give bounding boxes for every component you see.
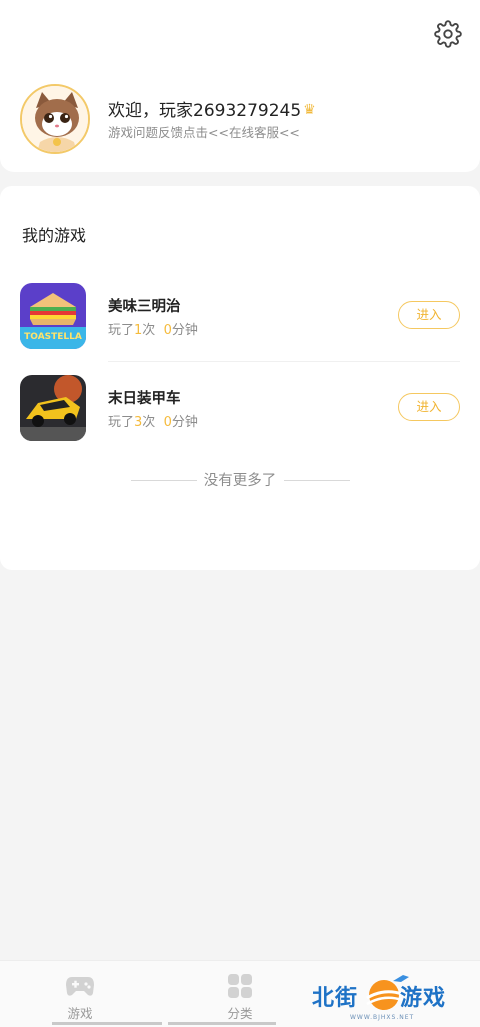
game-name: 美味三明治 — [108, 299, 181, 315]
tab-category-label: 分类 — [227, 1006, 253, 1021]
cat-avatar-icon — [22, 86, 88, 152]
watermark-logo: 北街 游戏 WWW.BJHXS.NET — [310, 976, 470, 1024]
gamepad-icon — [66, 977, 94, 996]
gear-icon[interactable] — [434, 20, 462, 48]
welcome-label: 欢迎，玩家2693279245 — [108, 101, 302, 121]
grid-icon — [228, 974, 252, 998]
count-unit: 次 — [142, 323, 156, 338]
home-indicator-right — [168, 1022, 276, 1025]
game-stats: 玩了3次 0分钟 — [108, 411, 198, 430]
section-title: 我的游戏 — [22, 226, 87, 245]
game-stats: 玩了1次 0分钟 — [108, 319, 198, 338]
game-name: 末日装甲车 — [108, 391, 181, 407]
sun-logo-icon — [366, 980, 403, 1010]
my-games-card: 我的游戏 TOASTELLA 美味三明治 玩了1次 0分钟 进入 末日装甲车 玩… — [0, 186, 480, 570]
tab-games[interactable]: 游戏 — [0, 961, 160, 1025]
tab-category[interactable]: 分类 — [160, 961, 320, 1025]
enter-button[interactable]: 进入 — [398, 393, 460, 421]
stats-prefix: 玩了 — [108, 415, 135, 430]
watermark-text-left: 北街 — [312, 986, 359, 1011]
play-minutes: 0 — [163, 415, 172, 430]
watermark-url: WWW.BJHXS.NET — [350, 1014, 415, 1021]
game-item-sandwich[interactable]: TOASTELLA 美味三明治 玩了1次 0分钟 进入 — [20, 283, 460, 351]
welcome-text: 欢迎，玩家2693279245 ♛ — [108, 96, 316, 121]
profile-card: 欢迎，玩家2693279245 ♛ 游戏问题反馈点击<<在线客服<< — [0, 0, 480, 172]
end-of-list-text: 没有更多了 — [203, 473, 277, 489]
count-unit: 次 — [142, 415, 156, 430]
game-item-armored-car[interactable]: 末日装甲车 玩了3次 0分钟 进入 — [20, 375, 460, 443]
sandwich-game-icon[interactable]: TOASTELLA — [20, 283, 86, 349]
row-divider — [108, 361, 460, 362]
armored-car-game-icon[interactable] — [20, 375, 86, 441]
sandwich-game-title: TOASTELLA — [24, 332, 82, 342]
home-indicator-left — [52, 1022, 162, 1025]
avatar[interactable] — [20, 84, 90, 154]
tab-games-label: 游戏 — [67, 1006, 93, 1021]
watermark-text-right: 游戏 — [400, 986, 447, 1011]
crown-icon: ♛ — [303, 102, 316, 118]
minute-unit: 分钟 — [171, 323, 198, 338]
feedback-link[interactable]: 游戏问题反馈点击<<在线客服<< — [108, 122, 300, 141]
minute-unit: 分钟 — [171, 415, 198, 430]
play-minutes: 0 — [163, 323, 172, 338]
enter-button[interactable]: 进入 — [398, 301, 460, 329]
end-line-right — [284, 480, 350, 481]
stats-prefix: 玩了 — [108, 323, 135, 338]
